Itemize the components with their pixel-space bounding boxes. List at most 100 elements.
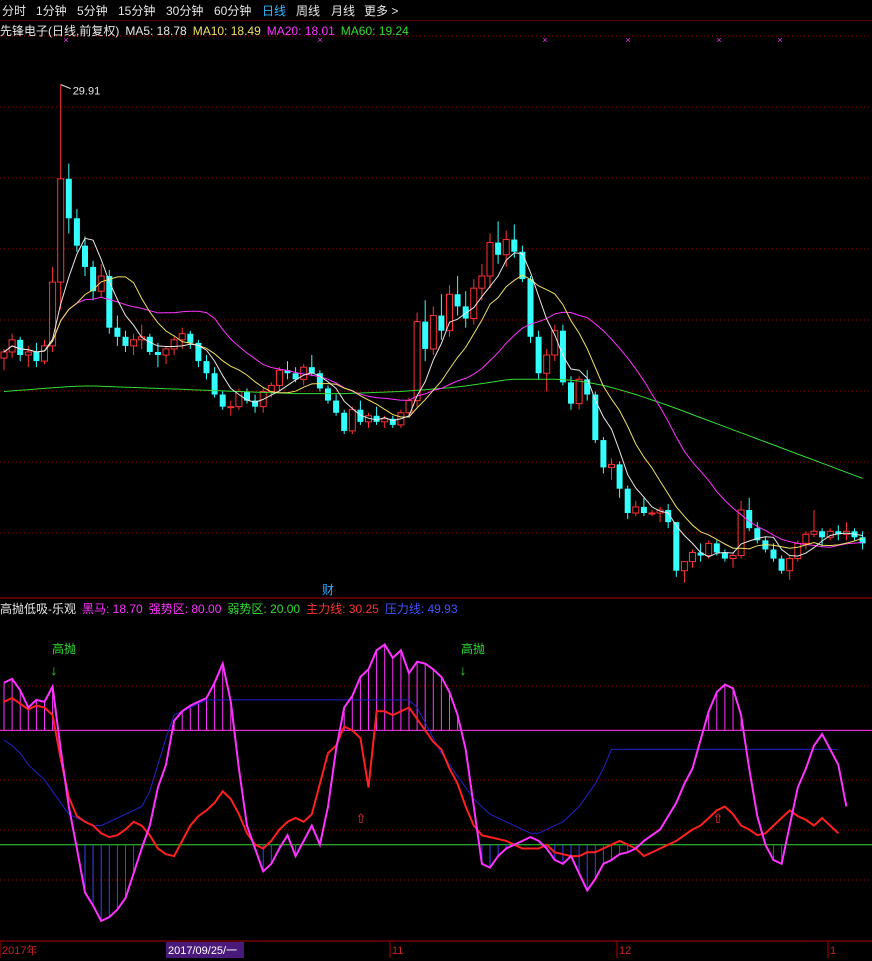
candle-body bbox=[162, 348, 170, 356]
ma10-label: MA10: 18.49 bbox=[192, 24, 261, 38]
main-legend: 先锋电子(日线,前复权) MA5: 18.78 MA10: 18.49 MA20: 1… bbox=[0, 22, 415, 38]
candle-body bbox=[33, 351, 40, 362]
candle-body bbox=[227, 406, 235, 409]
candle-body bbox=[640, 506, 647, 514]
axis-date-label: 11 bbox=[392, 945, 403, 957]
cursor-date-label: 2017/09/25/一 bbox=[168, 945, 237, 957]
candle-body bbox=[680, 561, 688, 572]
stock-chart: 29.91× × × × × ×财高抛↓高抛↓⇧ ⇧2017年 2017/09/25/一 11 1… bbox=[0, 19, 872, 958]
candle-body bbox=[543, 354, 551, 374]
candle-body bbox=[527, 279, 534, 337]
zhuli-label: 主力线: 30.25 bbox=[306, 602, 379, 616]
candle-body bbox=[568, 382, 574, 404]
candle-body bbox=[632, 506, 640, 514]
period-tab-0[interactable]: 分时 bbox=[2, 2, 26, 19]
candle-body bbox=[146, 336, 153, 352]
weak-zone-label: 弱势区: 20.00 bbox=[227, 602, 301, 616]
candle-body bbox=[122, 336, 129, 346]
candle-body bbox=[114, 327, 121, 337]
candle-body bbox=[721, 552, 728, 559]
indicator-legend: 高抛低吸-乐观 黑马: 18.70 强势区: 80.00 弱势区: 20.00 主力线:… bbox=[0, 600, 464, 616]
candle-body bbox=[0, 351, 8, 359]
ma20-label: MA20: 18.01 bbox=[266, 24, 335, 38]
candle-body bbox=[575, 378, 583, 405]
candle-body bbox=[106, 276, 113, 328]
candle-body bbox=[624, 488, 631, 514]
candle-body bbox=[478, 275, 486, 289]
candle-body bbox=[511, 239, 518, 252]
sell-signal-label: 高抛 bbox=[52, 641, 76, 656]
candle-body bbox=[486, 242, 494, 277]
candle-body bbox=[819, 531, 826, 538]
period-tab-1[interactable]: 1分钟 bbox=[36, 2, 67, 19]
candle-body bbox=[219, 394, 226, 407]
candle-body bbox=[65, 178, 72, 219]
candle-body bbox=[154, 351, 161, 356]
candle-body bbox=[341, 412, 348, 431]
ma60-label: MA60: 19.24 bbox=[340, 24, 409, 38]
candle-body bbox=[211, 373, 218, 395]
candle-body bbox=[413, 321, 421, 402]
candle-body bbox=[462, 306, 469, 319]
event-marker: × bbox=[777, 35, 782, 45]
candle-body bbox=[422, 321, 429, 349]
heima-label: 黑马: 18.70 bbox=[82, 602, 143, 616]
candle-body bbox=[495, 242, 502, 255]
candle-body bbox=[689, 552, 696, 563]
candle-body bbox=[810, 530, 818, 535]
candle-body bbox=[429, 315, 437, 350]
yali-label: 压力线: 49.93 bbox=[384, 602, 458, 616]
peak-price-label: 29.91 bbox=[73, 86, 101, 98]
period-tab-2[interactable]: 5分钟 bbox=[77, 2, 108, 19]
period-tab-7[interactable]: 周线 bbox=[296, 2, 320, 19]
candle-body bbox=[381, 418, 389, 423]
axis-date-label: 1 bbox=[830, 945, 836, 957]
candle-body bbox=[673, 522, 680, 571]
candle-body bbox=[592, 394, 599, 441]
candle-body bbox=[705, 542, 713, 557]
period-tab-4[interactable]: 30分钟 bbox=[166, 2, 203, 19]
candle-body bbox=[57, 178, 65, 283]
candle-body bbox=[244, 391, 250, 401]
ma60-line bbox=[3, 378, 863, 479]
candle-body bbox=[178, 333, 186, 341]
candle-body bbox=[729, 555, 737, 560]
candle-body bbox=[203, 361, 210, 374]
candle-body bbox=[648, 512, 656, 515]
candle-body bbox=[24, 351, 32, 356]
candle-body bbox=[600, 440, 607, 468]
ma5-label: MA5: 18.78 bbox=[125, 24, 187, 38]
period-tab-6[interactable]: 日线 bbox=[262, 2, 286, 19]
candle-body bbox=[802, 533, 810, 544]
candle-body bbox=[786, 558, 794, 572]
period-tab-9[interactable]: 更多 > bbox=[364, 2, 398, 19]
candle-body bbox=[446, 293, 453, 332]
strong-zone-label: 强势区: 80.00 bbox=[148, 602, 222, 616]
candle-body bbox=[608, 463, 615, 468]
candle-body bbox=[713, 543, 720, 553]
candle-body bbox=[187, 333, 194, 343]
axis-date-label: 2017年 bbox=[2, 943, 37, 957]
candle-body bbox=[235, 390, 243, 408]
candle-body bbox=[616, 464, 623, 489]
period-tab-5[interactable]: 60分钟 bbox=[214, 2, 251, 19]
candle-body bbox=[454, 294, 461, 307]
sell-signal-arrow: ↓ bbox=[460, 662, 467, 678]
event-marker: × bbox=[625, 35, 630, 45]
buy-signal-arrow: ⇧ bbox=[713, 811, 724, 826]
candle-body bbox=[373, 415, 380, 422]
indicator-name: 高抛低吸-乐观 bbox=[0, 602, 76, 616]
candle-body bbox=[82, 245, 88, 267]
period-tab-8[interactable]: 月线 bbox=[331, 2, 355, 19]
candle-body bbox=[770, 549, 777, 559]
candle-body bbox=[470, 287, 478, 320]
stock-title: 先锋电子(日线,前复权) bbox=[0, 24, 120, 38]
candle-body bbox=[535, 336, 542, 374]
event-marker: × bbox=[542, 35, 547, 45]
candle-body bbox=[170, 339, 178, 350]
candle-body bbox=[73, 218, 80, 246]
peak-pointer bbox=[60, 84, 71, 90]
period-tab-3[interactable]: 15分钟 bbox=[118, 2, 155, 19]
event-marker: × bbox=[716, 35, 721, 45]
candle-body bbox=[348, 409, 356, 432]
